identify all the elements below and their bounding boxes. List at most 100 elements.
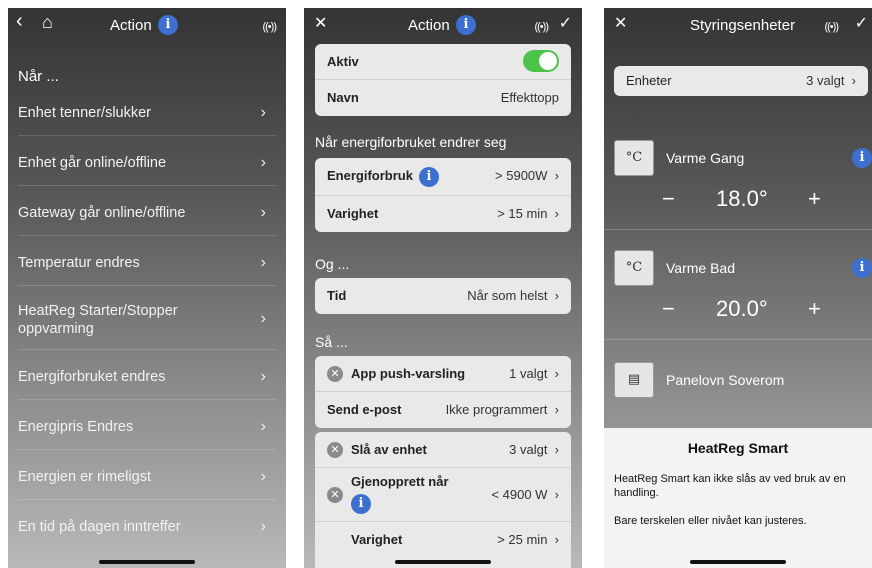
top-bar: ‹ ⌂ Action i ((•))	[8, 8, 286, 42]
varighet-label: Varighet	[327, 206, 379, 221]
page-title: Styringsenheter	[690, 17, 796, 34]
epost-row[interactable]: Send e-post Ikke programmert ›	[315, 392, 571, 428]
heater-icon: °C	[614, 140, 654, 176]
section-header: Og ...	[315, 256, 350, 272]
navn-value: Effekttopp	[500, 90, 559, 105]
device-row: °C Varme Bad i − 20.0° +	[604, 240, 872, 340]
trigger-label: Enhet tenner/slukker	[18, 105, 151, 121]
trigger-item[interactable]: Energien er rimeligst ›	[18, 458, 276, 500]
navn-row[interactable]: Navn Effekttopp	[315, 80, 571, 116]
minus-button[interactable]: −	[662, 296, 675, 322]
heater-icon: °C	[614, 250, 654, 286]
temperature-value: 20.0°	[716, 296, 768, 321]
info-icon[interactable]: i	[158, 15, 178, 35]
back-icon[interactable]: ‹	[16, 11, 23, 31]
device-name: Varme Bad	[666, 260, 735, 276]
screen-control-devices: ✕ Styringsenheter ((•)) ✓ Enheter 3 valg…	[604, 8, 872, 568]
varighet2-row[interactable]: Varighet > 25 min ›	[315, 522, 571, 558]
chevron-right-icon: ›	[260, 204, 266, 221]
aktiv-toggle[interactable]	[523, 50, 559, 72]
tid-row[interactable]: Tid Når som helst ›	[315, 278, 571, 314]
section-header: Så ...	[315, 334, 348, 350]
trigger-label: Temperatur endres	[18, 255, 140, 271]
sla-av-row[interactable]: ✕ Slå av enhet 3 valgt ›	[315, 432, 571, 468]
device-row: ▤ Panelovn Soverom	[604, 350, 872, 420]
remove-icon[interactable]: ✕	[327, 366, 343, 382]
close-icon[interactable]: ✕	[614, 15, 627, 33]
device-action-card: ✕ Slå av enhet 3 valgt › ✕ Gjenopprett n…	[315, 432, 571, 568]
temperature-value: 18.0°	[716, 186, 768, 211]
info-icon[interactable]: i	[852, 148, 872, 168]
trigger-item[interactable]: Gateway går online/offline ›	[18, 194, 276, 236]
gjenopprett-row[interactable]: ✕ Gjenopprett når i < 4900 W ›	[315, 468, 571, 522]
sheet-text: Bare terskelen eller nivået kan justeres…	[614, 515, 807, 527]
condition-card: Energiforbruk i > 5900W › Varighet > 15 …	[315, 158, 571, 232]
remove-icon[interactable]: ✕	[327, 442, 343, 458]
panel-heater-icon: ▤	[614, 362, 654, 398]
home-indicator	[690, 560, 786, 564]
screen-action-triggers: ‹ ⌂ Action i ((•)) Når ... Enhet tenner/…	[8, 8, 286, 568]
epost-label: Send e-post	[327, 402, 402, 417]
trigger-label: En tid på dagen inntreffer	[18, 519, 181, 535]
info-icon[interactable]: i	[351, 494, 371, 514]
tid-label: Tid	[327, 288, 347, 303]
top-bar: ✕ Styringsenheter ((•)) ✓	[604, 8, 872, 42]
device-row: °C Varme Gang i − 18.0° +	[604, 130, 872, 230]
varighet-row[interactable]: Varighet > 15 min ›	[315, 196, 571, 232]
enheter-label: Enheter	[626, 73, 672, 88]
push-value: 1 valgt ›	[509, 366, 559, 381]
general-card: Aktiv Navn Effekttopp	[315, 44, 571, 116]
close-icon[interactable]: ✕	[314, 15, 327, 33]
aktiv-label: Aktiv	[327, 54, 359, 69]
check-icon[interactable]: ✓	[855, 15, 868, 33]
energi-value: > 5900W ›	[495, 168, 559, 183]
device-name: Varme Gang	[666, 150, 745, 166]
trigger-label: Gateway går online/offline	[18, 205, 186, 221]
signal-icon: ((•))	[824, 21, 838, 33]
chevron-right-icon: ›	[260, 368, 266, 385]
energi-row[interactable]: Energiforbruk i > 5900W ›	[315, 158, 571, 196]
home-indicator	[395, 560, 491, 564]
section-header: Når ...	[18, 68, 59, 85]
chevron-right-icon: ›	[260, 310, 266, 327]
minus-button[interactable]: −	[662, 186, 675, 212]
screen-action-detail: ✕ Action i ((•)) ✓ Aktiv Navn Effekttopp…	[304, 8, 582, 568]
home-indicator	[99, 560, 195, 564]
navn-label: Navn	[327, 90, 359, 105]
info-icon[interactable]: i	[852, 258, 872, 278]
page-title: Action	[110, 17, 152, 34]
varighet-value: > 15 min ›	[497, 206, 559, 221]
sheet-title: HeatReg Smart	[687, 440, 789, 456]
chevron-right-icon: ›	[260, 254, 266, 271]
home-icon[interactable]: ⌂	[42, 13, 53, 31]
varighet2-label: Varighet	[351, 532, 403, 547]
signal-icon: ((•))	[262, 21, 276, 33]
plus-button[interactable]: +	[808, 296, 821, 322]
trigger-item[interactable]: Energiforbruket endres ›	[18, 358, 276, 400]
info-icon[interactable]: i	[419, 167, 439, 187]
trigger-item[interactable]: Enhet tenner/slukker ›	[18, 94, 276, 136]
signal-icon: ((•))	[534, 21, 548, 33]
trigger-item[interactable]: Enhet går online/offline ›	[18, 144, 276, 186]
trigger-item[interactable]: HeatReg Starter/Stopper oppvarming ›	[18, 294, 276, 350]
trigger-item[interactable]: Energipris Endres ›	[18, 408, 276, 450]
enheter-value: 3 valgt ›	[806, 73, 856, 88]
trigger-label: Enhet går online/offline	[18, 155, 167, 171]
push-row[interactable]: ✕ App push-varsling 1 valgt ›	[315, 356, 571, 392]
time-card: Tid Når som helst ›	[315, 278, 571, 314]
trigger-label: Energien er rimeligst	[18, 469, 151, 485]
info-sheet: HeatReg Smart HeatReg Smart kan ikke slå…	[604, 428, 872, 568]
check-icon[interactable]: ✓	[559, 15, 572, 33]
enheter-row[interactable]: Enheter 3 valgt ›	[614, 66, 868, 96]
epost-value: Ikke programmert ›	[445, 402, 559, 417]
remove-icon[interactable]: ✕	[327, 487, 343, 503]
chevron-right-icon: ›	[260, 468, 266, 485]
info-icon[interactable]: i	[456, 15, 476, 35]
chevron-right-icon: ›	[260, 154, 266, 171]
notify-card: ✕ App push-varsling 1 valgt › Send e-pos…	[315, 356, 571, 428]
push-label: App push-varsling	[351, 366, 466, 381]
trigger-item[interactable]: Temperatur endres ›	[18, 244, 276, 286]
trigger-item[interactable]: En tid på dagen inntreffer ›	[18, 508, 276, 550]
units-card[interactable]: Enheter 3 valgt ›	[614, 66, 868, 96]
plus-button[interactable]: +	[808, 186, 821, 212]
